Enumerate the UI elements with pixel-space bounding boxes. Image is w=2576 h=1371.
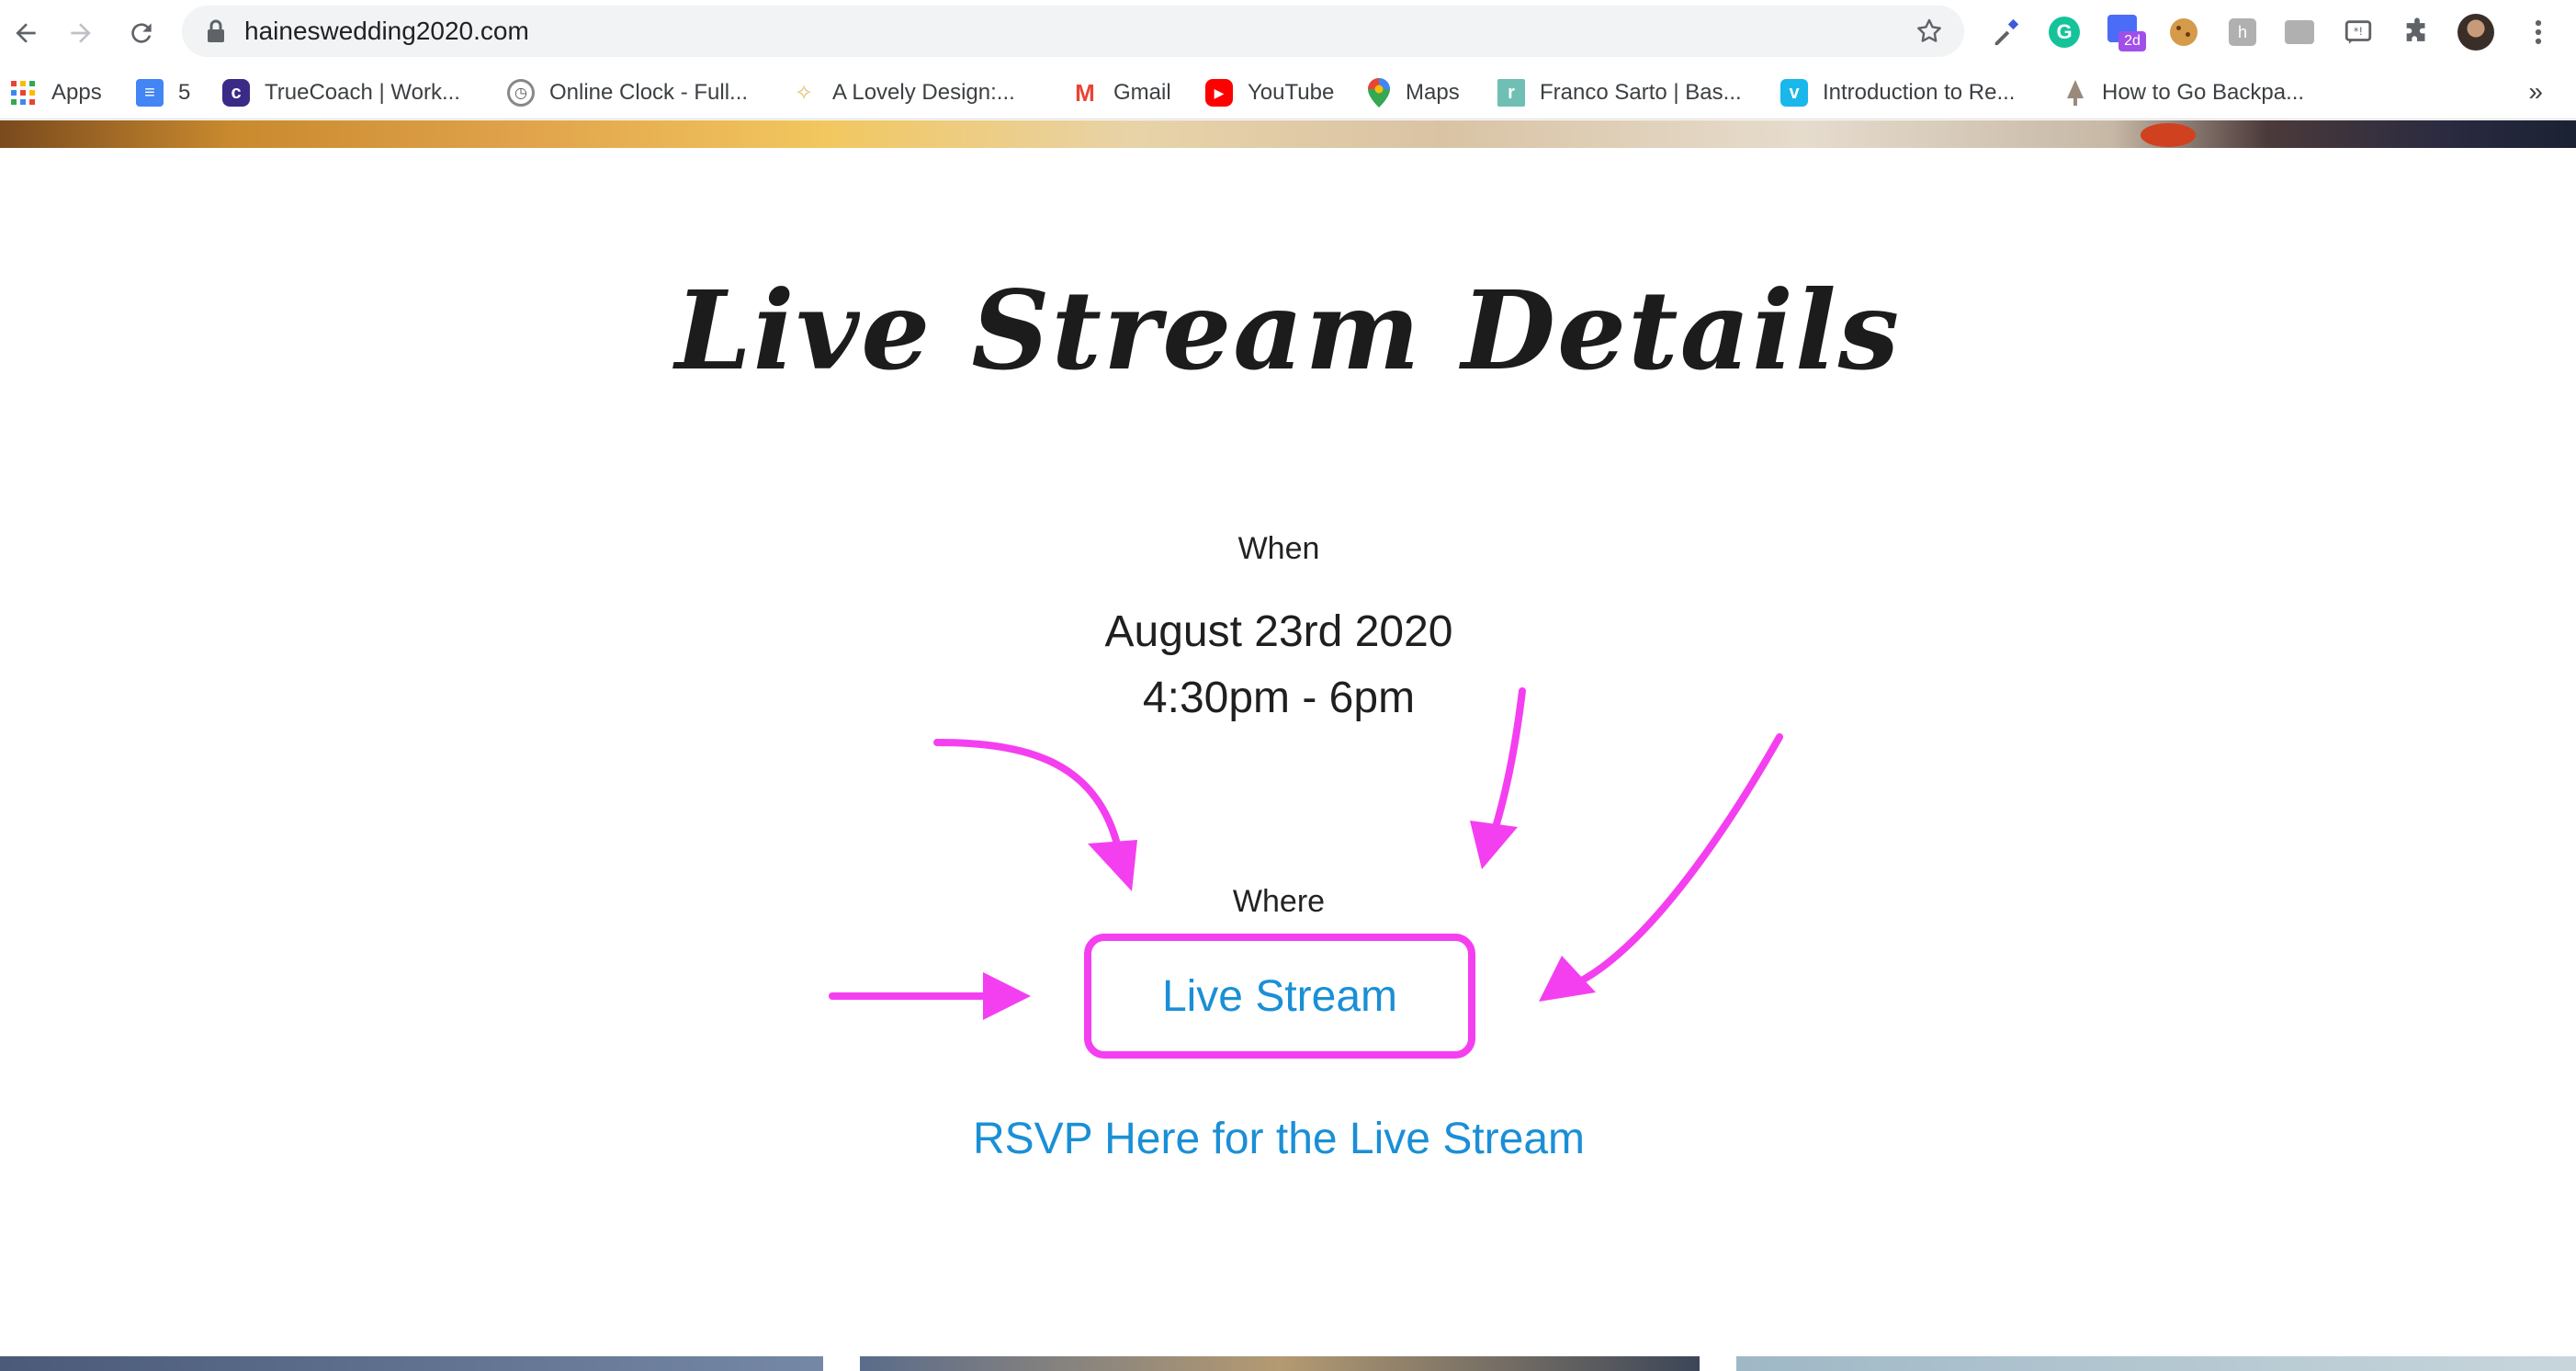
bookmark-label: Online Clock - Full... bbox=[549, 80, 749, 105]
forward-arrow-icon bbox=[71, 23, 91, 43]
youtube-icon: ▶ bbox=[1205, 79, 1233, 107]
bookmark-label: YouTube bbox=[1248, 80, 1335, 105]
tree-icon bbox=[2067, 80, 2084, 106]
arrowhead-top-right bbox=[1470, 821, 1518, 869]
gallery-photo bbox=[860, 1356, 1700, 1371]
arrowhead-horizontal bbox=[983, 972, 1031, 1020]
screen-extension-icon[interactable] bbox=[2278, 11, 2321, 53]
bookmarks-overflow-button[interactable]: » bbox=[2528, 77, 2543, 107]
lock-icon bbox=[208, 19, 224, 42]
live-stream-highlight-box: Live Stream bbox=[1084, 934, 1475, 1059]
bookmark-backpacking[interactable]: How to Go Backpa... bbox=[2063, 75, 2304, 110]
gmail-icon: M bbox=[1071, 79, 1099, 107]
docs-icon: ≡ bbox=[136, 79, 164, 107]
truecoach-icon: c bbox=[222, 79, 250, 107]
rsvp-live-stream-link[interactable]: RSVP Here for the Live Stream bbox=[0, 1114, 2558, 1164]
bookmark-label: A Lovely Design:... bbox=[832, 80, 1015, 105]
bookmark-apps[interactable]: Apps bbox=[9, 75, 102, 110]
bookmark-label: Gmail bbox=[1113, 80, 1171, 105]
bookmark-franco-sarto[interactable]: r Franco Sarto | Bas... bbox=[1497, 75, 1742, 110]
bookmark-docs[interactable]: ≡ 5 bbox=[136, 75, 190, 110]
eyedropper-extension-icon[interactable] bbox=[1984, 11, 2027, 53]
browser-menu-icon[interactable] bbox=[2517, 11, 2559, 53]
clock-icon: ◷ bbox=[507, 79, 535, 107]
bookmark-label: 5 bbox=[178, 80, 191, 105]
live-stream-link[interactable]: Live Stream bbox=[1162, 971, 1397, 1022]
back-arrow-icon bbox=[16, 23, 36, 43]
bookmark-truecoach[interactable]: c TrueCoach | Work... bbox=[222, 75, 460, 110]
browser-toolbar: haineswedding2020.com G 2d h *! bbox=[0, 0, 2576, 66]
bookmark-youtube[interactable]: ▶ YouTube bbox=[1205, 75, 1334, 110]
cookie-extension-icon[interactable] bbox=[2163, 11, 2205, 53]
bookmark-label: TrueCoach | Work... bbox=[265, 80, 460, 105]
hero-flower-detail bbox=[2141, 123, 2196, 147]
event-time: 4:30pm - 6pm bbox=[1142, 674, 1416, 722]
bookmark-label: How to Go Backpa... bbox=[2102, 80, 2305, 105]
profile-avatar[interactable] bbox=[2455, 11, 2497, 53]
forward-button[interactable] bbox=[57, 9, 105, 57]
bookmark-vimeo[interactable]: v Introduction to Re... bbox=[1780, 75, 2015, 110]
where-label: Where bbox=[1232, 884, 1326, 919]
bookmark-label: Introduction to Re... bbox=[1823, 80, 2016, 105]
bookmark-label: Apps bbox=[51, 80, 102, 105]
svg-text:*!: *! bbox=[2354, 25, 2363, 38]
bookmark-gmail[interactable]: M Gmail bbox=[1071, 75, 1171, 110]
reload-icon bbox=[131, 23, 152, 43]
sparkle-icon: ✧ bbox=[790, 79, 818, 107]
bookmark-online-clock[interactable]: ◷ Online Clock - Full... bbox=[507, 75, 748, 110]
feedback-extension-icon[interactable]: *! bbox=[2337, 11, 2379, 53]
bookmark-star-icon[interactable] bbox=[1915, 17, 1944, 46]
address-bar[interactable]: haineswedding2020.com bbox=[182, 6, 1964, 57]
url-text[interactable]: haineswedding2020.com bbox=[244, 17, 529, 46]
event-date: August 23rd 2020 bbox=[1104, 607, 1453, 656]
bookmark-maps[interactable]: Maps bbox=[1367, 75, 1460, 110]
bookmark-lovely-design[interactable]: ✧ A Lovely Design:... bbox=[790, 75, 1015, 110]
arrowhead-far-right bbox=[1539, 956, 1596, 1002]
vimeo-icon: v bbox=[1780, 79, 1808, 107]
annotation-arrow-far-right bbox=[1576, 733, 1783, 985]
when-label: When bbox=[1237, 531, 1320, 566]
gallery-photo bbox=[1736, 1356, 2576, 1371]
gallery-photo bbox=[0, 1356, 823, 1371]
back-button[interactable] bbox=[2, 9, 50, 57]
reload-button[interactable] bbox=[118, 9, 165, 57]
hunter-extension-icon[interactable]: h bbox=[2221, 11, 2264, 53]
bookmarks-bar: Apps ≡ 5 c TrueCoach | Work... ◷ Online … bbox=[0, 66, 2576, 119]
maps-pin-icon bbox=[1368, 78, 1390, 108]
calendar-extension-icon[interactable]: 2d bbox=[2104, 11, 2146, 53]
franco-sarto-icon: r bbox=[1497, 79, 1525, 107]
puzzle-extensions-icon[interactable] bbox=[2396, 11, 2438, 53]
grammarly-extension-icon[interactable]: G bbox=[2043, 11, 2085, 53]
bookmark-label: Maps bbox=[1406, 80, 1460, 105]
annotation-arrow-curved-left bbox=[933, 739, 1120, 844]
page-title: Live Stream Details bbox=[674, 266, 1902, 394]
bookmark-label: Franco Sarto | Bas... bbox=[1540, 80, 1742, 105]
apps-grid-icon bbox=[11, 81, 35, 105]
